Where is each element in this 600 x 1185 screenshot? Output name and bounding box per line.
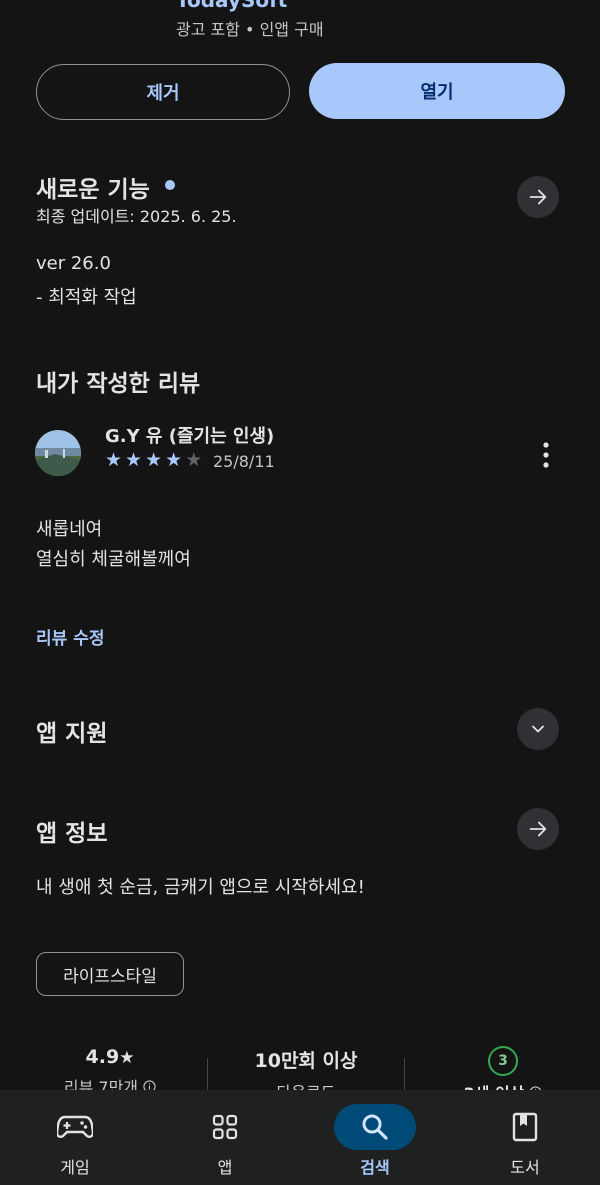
- star-filled-icon: ★: [165, 449, 183, 471]
- star-empty-icon: ★: [185, 449, 203, 471]
- app-support-title: 앱 지원: [36, 721, 108, 747]
- gamepad-icon: [34, 1104, 116, 1150]
- whats-new-title: 새로운 기능: [36, 177, 150, 203]
- update-note: - 최적화 작업: [36, 287, 137, 308]
- avatar: [35, 430, 81, 476]
- stat-divider: [404, 1058, 405, 1094]
- app-description: 내 생애 첫 순금, 금캐기 앱으로 시작하세요!: [36, 877, 365, 898]
- book-icon: [484, 1104, 566, 1150]
- arrow-right-icon: [529, 821, 547, 837]
- nav-label: 도서: [510, 1158, 540, 1177]
- search-icon: [334, 1104, 416, 1150]
- edit-review-link[interactable]: 리뷰 수정: [36, 624, 104, 649]
- stat-divider: [207, 1058, 208, 1094]
- chevron-down-icon: [532, 725, 544, 733]
- age-rating-badge: 3: [488, 1046, 518, 1076]
- app-info-title: 앱 정보: [36, 821, 108, 847]
- rating-value-row: 4.9★: [20, 1046, 200, 1068]
- apps-grid-icon: [184, 1104, 266, 1150]
- whats-new-arrow-button[interactable]: [517, 176, 559, 218]
- nav-item-apps[interactable]: 앱: [150, 1090, 300, 1185]
- last-updated: 최종 업데이트: 2025. 6. 25.: [36, 207, 237, 226]
- app-meta: 광고 포함 • 인앱 구매: [176, 20, 324, 39]
- arrow-right-icon: [529, 189, 547, 205]
- review-more-button[interactable]: [531, 440, 561, 470]
- nav-item-search[interactable]: 검색: [300, 1090, 450, 1185]
- bottom-navigation: 게임 앱 검색 도서: [0, 1090, 600, 1185]
- my-review-title: 내가 작성한 리뷰: [36, 371, 201, 397]
- nav-label: 앱: [217, 1158, 233, 1177]
- nav-item-books[interactable]: 도서: [450, 1090, 600, 1185]
- nav-label: 게임: [60, 1158, 90, 1177]
- new-indicator-dot: [165, 180, 175, 190]
- reviewer-name: G.Y 유 (즐기는 인생): [105, 426, 275, 447]
- category-chip[interactable]: 라이프스타일: [36, 952, 184, 996]
- more-vert-icon: [543, 442, 549, 468]
- open-button[interactable]: 열기: [309, 63, 565, 119]
- app-info-arrow-button[interactable]: [517, 808, 559, 850]
- rating-value: 4.9: [85, 1046, 120, 1068]
- remove-button[interactable]: 제거: [36, 64, 290, 120]
- developer-name[interactable]: TodaySoft: [176, 0, 287, 12]
- review-rating-stars: ★ ★ ★ ★ ★: [105, 450, 202, 470]
- review-date: 25/8/11: [213, 452, 275, 471]
- star-filled-icon: ★: [125, 449, 143, 471]
- review-text-line1: 새롭네여: [36, 519, 103, 540]
- app-support-expand-button[interactable]: [517, 708, 559, 750]
- star-icon: ★: [119, 1048, 135, 1068]
- version-text: ver 26.0: [36, 253, 111, 274]
- star-filled-icon: ★: [145, 449, 163, 471]
- nav-item-games[interactable]: 게임: [0, 1090, 150, 1185]
- review-text-line2: 열심히 체굴해볼께여: [36, 549, 191, 570]
- star-filled-icon: ★: [105, 449, 123, 471]
- nav-label: 검색: [360, 1158, 390, 1177]
- downloads-value: 10만회 이상: [254, 1050, 358, 1072]
